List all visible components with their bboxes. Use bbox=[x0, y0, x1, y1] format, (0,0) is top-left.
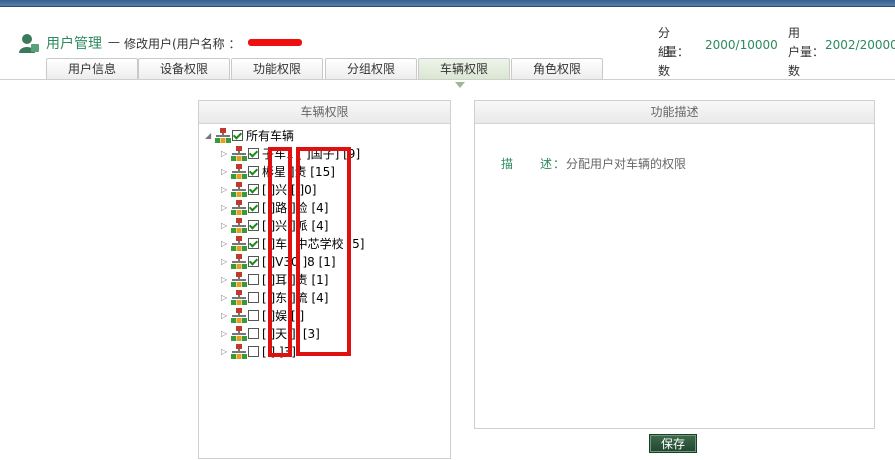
expand-arrow-icon[interactable]: ▷ bbox=[221, 145, 231, 163]
group-count-label-2: 量： bbox=[665, 45, 690, 59]
vehicle-group-icon bbox=[231, 254, 247, 270]
page-title: 用户管理 bbox=[46, 36, 102, 52]
expand-arrow-icon[interactable]: ▷ bbox=[221, 343, 231, 361]
vehicle-group-icon bbox=[231, 326, 247, 342]
expand-arrow-icon[interactable]: ▷ bbox=[221, 181, 231, 199]
group-count-value: 2000/10000 bbox=[705, 38, 778, 52]
vehicle-group-icon bbox=[231, 164, 247, 180]
function-description-panel: 功能描述 描 述：分配用户对车辆的权限 bbox=[474, 100, 875, 429]
tree-node-label: 所有车辆 bbox=[246, 129, 295, 143]
user-count-label: 用户数 bbox=[788, 26, 801, 78]
page-subtitle: 修改用户(用户名称 ： bbox=[124, 37, 241, 51]
expand-arrow-icon[interactable]: ▷ bbox=[221, 271, 231, 289]
description-label: 描 述： bbox=[501, 157, 567, 171]
redacted-username bbox=[248, 39, 302, 46]
tree-checkbox[interactable] bbox=[248, 328, 259, 339]
save-button[interactable]: 保存 bbox=[649, 434, 697, 453]
description-text: 分配用户对车辆的权限 bbox=[566, 157, 687, 171]
vehicle-permission-panel: 车辆权限 ◢ 所有车辆 ▷ 子车1 [ ]国子] [9] ▷ 彬星 ]责 [15] ▷[ ]… bbox=[198, 100, 451, 459]
user-count-value: 2002/20000 bbox=[825, 38, 895, 52]
vehicle-group-icon bbox=[231, 146, 247, 162]
vehicle-panel-title: 车辆权限 bbox=[199, 101, 450, 124]
vehicle-group-icon bbox=[231, 344, 247, 360]
tree-checkbox[interactable] bbox=[248, 274, 259, 285]
tree-checkbox[interactable] bbox=[248, 310, 259, 321]
title-separator: — bbox=[108, 35, 120, 49]
tab-vehicle-permissions[interactable]: 车辆权限 bbox=[418, 58, 510, 80]
tab-user-info[interactable]: 用户信息 bbox=[46, 58, 138, 80]
vehicle-group-icon bbox=[231, 308, 247, 324]
expand-arrow-icon[interactable]: ▷ bbox=[221, 199, 231, 217]
tab-role-permissions[interactable]: 角色权限 bbox=[511, 58, 603, 80]
tree-checkbox[interactable] bbox=[248, 346, 259, 357]
expand-arrow-icon[interactable]: ▷ bbox=[221, 325, 231, 343]
vehicle-group-icon bbox=[215, 128, 231, 144]
user-count-label-2: 量： bbox=[800, 45, 825, 59]
tab-group-permissions[interactable]: 分组权限 bbox=[325, 58, 417, 80]
tree-checkbox[interactable] bbox=[248, 256, 259, 267]
collapse-arrow-icon[interactable]: ◢ bbox=[205, 127, 215, 145]
vehicle-group-icon bbox=[231, 290, 247, 306]
user-icon bbox=[19, 34, 39, 53]
tree-checkbox[interactable] bbox=[248, 238, 259, 249]
expand-arrow-icon[interactable]: ▷ bbox=[221, 163, 231, 181]
tree-checkbox[interactable] bbox=[248, 202, 259, 213]
tree-checkbox[interactable] bbox=[248, 220, 259, 231]
expand-arrow-icon[interactable]: ▷ bbox=[221, 307, 231, 325]
vehicle-group-icon bbox=[231, 272, 247, 288]
tree-checkbox[interactable] bbox=[232, 130, 243, 141]
tree-checkbox[interactable] bbox=[248, 292, 259, 303]
description-row: 描 述：分配用户对车辆的权限 bbox=[501, 155, 686, 172]
tree-checkbox[interactable] bbox=[248, 148, 259, 159]
vehicle-group-icon bbox=[231, 218, 247, 234]
expand-arrow-icon[interactable]: ▷ bbox=[221, 217, 231, 235]
redaction-box-left bbox=[268, 147, 292, 357]
tree-checkbox[interactable] bbox=[248, 184, 259, 195]
expand-arrow-icon[interactable]: ▷ bbox=[221, 253, 231, 271]
expand-arrow-icon[interactable]: ▷ bbox=[221, 289, 231, 307]
tree-checkbox[interactable] bbox=[248, 166, 259, 177]
description-panel-title: 功能描述 bbox=[475, 101, 874, 124]
vehicle-group-icon bbox=[231, 200, 247, 216]
tab-underline bbox=[0, 79, 895, 80]
active-tab-caret bbox=[455, 82, 465, 88]
vehicle-group-icon bbox=[231, 182, 247, 198]
redaction-box-right bbox=[296, 147, 351, 356]
vehicle-group-icon bbox=[231, 236, 247, 252]
tab-device-permissions[interactable]: 设备权限 bbox=[138, 58, 230, 80]
expand-arrow-icon[interactable]: ▷ bbox=[221, 235, 231, 253]
tab-function-permissions[interactable]: 功能权限 bbox=[231, 58, 323, 80]
